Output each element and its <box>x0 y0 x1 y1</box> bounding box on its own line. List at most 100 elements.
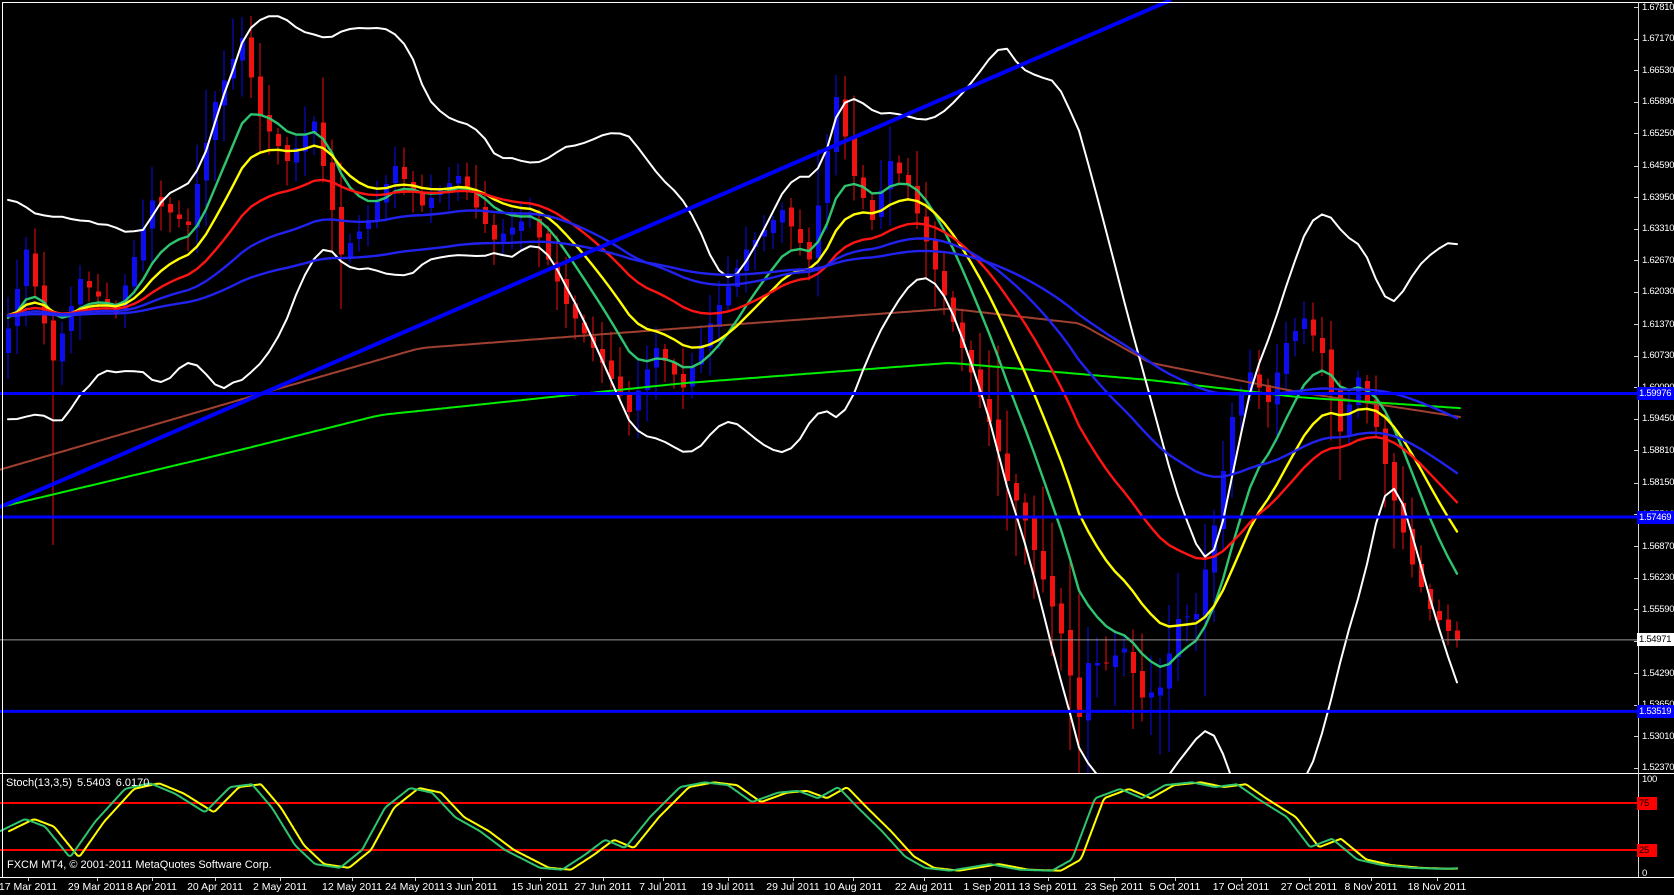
bear-candle-body <box>798 228 803 244</box>
bear-candle-body <box>852 135 857 176</box>
bull-candle-body <box>1149 692 1154 698</box>
price-tick-mark <box>1634 673 1638 674</box>
bear-candle-body <box>330 162 335 211</box>
date-tick-label: 7 Jul 2011 <box>639 881 687 893</box>
bull-candle-body <box>519 221 524 231</box>
price-tick-mark <box>1634 324 1638 326</box>
bear-candle-body <box>402 166 407 179</box>
bull-candle-body <box>429 197 434 209</box>
date-tick-label: 24 May 2011 <box>385 881 445 893</box>
bull-candle-body <box>24 249 29 286</box>
bull-candle-body <box>78 279 83 305</box>
price-tick-mark <box>1634 418 1638 420</box>
bear-candle-body <box>33 253 38 287</box>
price-tick-label: 1.55590 <box>1642 603 1674 615</box>
bull-candle-body <box>1122 648 1127 653</box>
price-tick-mark <box>1634 133 1638 135</box>
price-tick-label: 1.62670 <box>1642 254 1674 266</box>
bull-candle-body <box>1158 687 1163 696</box>
bear-candle-body <box>1068 629 1073 676</box>
stoch-d-value: 6.0170 <box>115 777 150 789</box>
ema-30-line <box>6 178 1459 560</box>
price-tick-label: 1.64590 <box>1642 160 1674 172</box>
price-tick-label: 1.59450 <box>1642 413 1674 425</box>
price-tick-label: 1.54290 <box>1642 667 1674 679</box>
date-tick-label: 29 Mar 2011 <box>67 881 127 893</box>
bear-candle-body <box>249 37 254 78</box>
level-price-label: 1.57469 <box>1637 510 1674 524</box>
date-tick-label: 15 Jun 2011 <box>511 881 569 893</box>
bear-candle-body <box>1329 349 1334 393</box>
bull-candle-body <box>1302 318 1307 329</box>
price-tick-mark <box>1634 736 1638 737</box>
bull-candle-body <box>780 210 785 223</box>
bear-candle-body <box>96 291 101 297</box>
bull-candle-body <box>726 286 731 306</box>
price-axis[interactable]: 1.67810 1.67170 1.66530 1.65890 1.65250 1.645… <box>1634 0 1674 879</box>
bear-candle-body <box>942 270 947 296</box>
stochastic-indicator-label: Stoch(13,3,5) 5.5403 6.0170 <box>6 777 154 789</box>
price-tick-label: 1.56230 <box>1642 572 1674 583</box>
price-tick-mark <box>1634 291 1638 293</box>
date-tick-label: 3 Jun 2011 <box>446 881 498 893</box>
price-tick-label: 1.65250 <box>1642 127 1674 139</box>
date-tick-label: 20 Apr 2011 <box>187 881 243 893</box>
bull-candle-body <box>816 205 821 258</box>
stoch-level-label: 75 <box>1637 796 1657 810</box>
bear-candle-body <box>1446 619 1451 632</box>
bull-candle-body <box>348 243 353 258</box>
stoch-main-line <box>0 781 1458 872</box>
bear-candle-body <box>177 214 182 219</box>
bear-candle-body <box>897 162 902 174</box>
pane-separator-main-stoch[interactable] <box>0 773 1674 774</box>
bear-candle-body <box>339 206 344 255</box>
price-tick-mark <box>1634 450 1638 452</box>
bull-candle-body <box>375 202 380 220</box>
bull-candle-body <box>132 257 137 287</box>
date-tick-label: 22 Aug 2011 <box>894 881 954 893</box>
bear-candle-body <box>186 221 191 225</box>
bear-candle-body <box>276 134 281 147</box>
price-tick-mark <box>1634 197 1638 199</box>
price-tick-label: 1.66530 <box>1642 64 1674 76</box>
bull-candle-body <box>141 228 146 261</box>
main-chart-canvas[interactable] <box>0 0 1638 834</box>
bull-candle-body <box>393 165 398 183</box>
bear-candle-body <box>168 204 173 213</box>
price-tick-mark <box>1634 260 1638 262</box>
bear-candle-body <box>51 320 56 361</box>
bull-candle-body <box>825 151 830 203</box>
stoch-scale-label: 100 <box>1642 773 1657 785</box>
bear-candle-body <box>492 224 497 240</box>
bear-candle-body <box>1059 603 1064 634</box>
bull-candle-body <box>1167 653 1172 689</box>
bear-candle-body <box>87 281 92 288</box>
bull-candle-body <box>1284 343 1289 374</box>
price-tick-mark <box>1634 609 1638 610</box>
ascending-trendline-object[interactable] <box>0 0 1172 509</box>
price-tick-label: 1.58150 <box>1642 477 1674 489</box>
bull-candle-body <box>357 231 362 240</box>
bull-candle-body <box>1293 330 1298 342</box>
bear-candle-body <box>483 207 488 224</box>
bear-candle-body <box>1014 483 1019 501</box>
bear-candle-body <box>420 192 425 206</box>
price-tick-label: 1.53010 <box>1642 730 1674 742</box>
price-tick-mark <box>1634 546 1638 547</box>
bull-candle-body <box>717 305 722 328</box>
bear-candle-body <box>1005 453 1010 481</box>
price-tick-label: 1.60730 <box>1642 350 1674 362</box>
time-axis[interactable]: 17 Mar 2011 29 Mar 2011 8 Apr 2011 20 Apr 2… <box>0 878 1674 895</box>
date-tick-label: 27 Oct 2011 <box>1280 881 1338 893</box>
bear-candle-body <box>285 144 290 161</box>
bear-candle-body <box>1140 671 1145 698</box>
date-tick-label: 29 Jul 2011 <box>766 881 820 893</box>
ema-16-line <box>6 144 1459 628</box>
price-tick-label: 1.63950 <box>1642 191 1674 203</box>
date-tick-label: 18 Nov 2011 <box>1407 881 1467 893</box>
bull-candle-body <box>1347 404 1352 435</box>
price-tick-label: 1.63310 <box>1642 223 1674 235</box>
bull-candle-body <box>879 190 884 217</box>
bear-candle-body <box>1311 319 1316 336</box>
price-tick-label: 1.52370 <box>1642 762 1674 773</box>
